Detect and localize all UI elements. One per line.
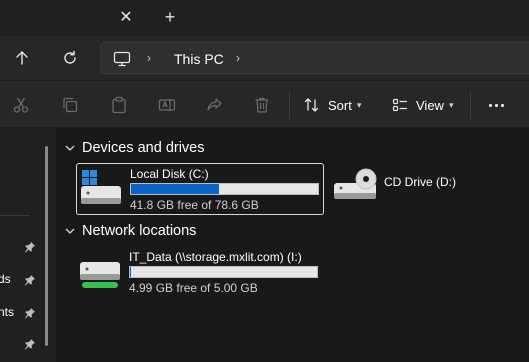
- toolbar-separator: [470, 91, 471, 119]
- drive-tile-d[interactable]: CD Drive (D:): [332, 165, 482, 209]
- cut-icon[interactable]: [12, 96, 30, 114]
- pin-icon[interactable]: [24, 241, 36, 253]
- drive-free-space: 4.99 GB free of 5.00 GB: [129, 281, 258, 295]
- group-title: Devices and drives: [82, 140, 205, 156]
- more-icon[interactable]: [486, 98, 506, 112]
- toolbar-separator: [289, 91, 290, 119]
- group-header-devices[interactable]: Devices and drives: [64, 140, 205, 156]
- usage-bar: [130, 183, 319, 195]
- address-bar[interactable]: › This PC ›: [100, 42, 529, 74]
- share-icon[interactable]: [205, 96, 223, 114]
- drive-tile-i[interactable]: IT_Data (\\storage.mxlit.com) (I:) 4.99 …: [76, 246, 324, 298]
- view-label: View: [416, 97, 444, 113]
- usage-bar-fill: [131, 184, 219, 194]
- chevron-down-icon: ▾: [356, 99, 362, 110]
- chevron-down-icon: [65, 228, 75, 234]
- cd-drive-icon: [334, 168, 377, 199]
- arrow-up-icon: [16, 51, 28, 65]
- refresh-icon: [64, 50, 76, 64]
- scrollbar[interactable]: [45, 146, 48, 346]
- delete-icon[interactable]: [253, 96, 271, 114]
- up-button[interactable]: [10, 45, 34, 71]
- paste-icon[interactable]: [110, 96, 128, 114]
- address-row: › This PC ›: [0, 36, 529, 80]
- network-drive-icon: [80, 262, 120, 288]
- refresh-button[interactable]: [58, 45, 82, 71]
- copy-icon[interactable]: [61, 96, 79, 114]
- sort-label: Sort: [328, 97, 352, 113]
- breadcrumb-separator[interactable]: ›: [147, 51, 151, 65]
- pin-icon[interactable]: [24, 274, 36, 286]
- chevron-down-icon: ▾: [448, 99, 454, 110]
- sort-icon: [304, 98, 319, 112]
- sidebar-item-label[interactable]: nts: [0, 305, 14, 319]
- rename-icon[interactable]: [158, 96, 176, 114]
- close-tab-button[interactable]: ✕: [116, 6, 136, 28]
- usage-bar: [129, 266, 318, 278]
- drive-name: IT_Data (\\storage.mxlit.com) (I:): [129, 250, 302, 264]
- divider: [0, 215, 30, 216]
- command-bar: Sort ▾ View ▾: [0, 80, 529, 128]
- sort-button[interactable]: Sort ▾: [304, 93, 361, 117]
- breadcrumb-separator[interactable]: ›: [236, 51, 240, 65]
- navigation-pane: ds nts: [0, 128, 56, 362]
- sidebar-item-label[interactable]: ds: [0, 272, 11, 286]
- drive-free-space: 41.8 GB free of 78.6 GB: [130, 198, 259, 212]
- breadcrumb-this-pc[interactable]: This PC: [174, 51, 224, 67]
- group-title: Network locations: [82, 223, 197, 239]
- pin-icon[interactable]: [24, 307, 36, 319]
- chevron-down-icon: [65, 145, 75, 151]
- pin-icon[interactable]: [24, 338, 36, 350]
- content-pane: Devices and drives Local Disk (C:) 41.8 …: [56, 128, 529, 362]
- view-button[interactable]: View ▾: [392, 93, 453, 117]
- drive-tile-c[interactable]: Local Disk (C:) 41.8 GB free of 78.6 GB: [76, 163, 324, 215]
- new-tab-button[interactable]: +: [159, 6, 181, 28]
- windows-drive-icon: [81, 170, 121, 204]
- drive-name: CD Drive (D:): [384, 175, 456, 189]
- drive-name: Local Disk (C:): [130, 167, 209, 181]
- pc-icon: [113, 51, 131, 67]
- group-header-network[interactable]: Network locations: [64, 223, 196, 239]
- view-icon: [392, 98, 408, 112]
- tab-bar: ✕ +: [0, 0, 529, 36]
